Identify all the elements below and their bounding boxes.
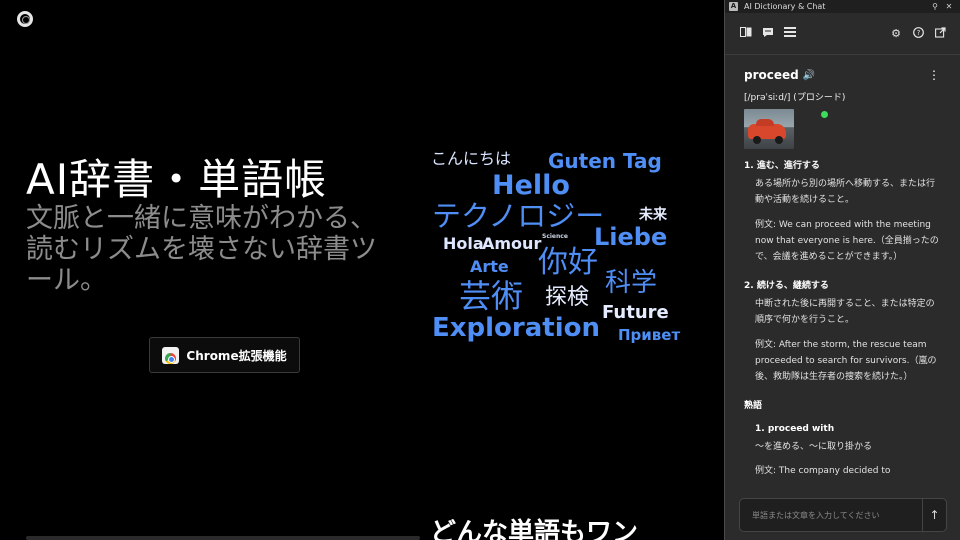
cloud-word: こんにちは <box>431 149 512 168</box>
cloud-word: Exploration <box>432 313 600 343</box>
window-title: AI Dictionary & Chat <box>744 2 826 11</box>
chrome-icon <box>162 346 180 364</box>
cloud-word: Привет <box>618 326 681 344</box>
cloud-word: Science <box>542 233 568 240</box>
sense-example: 例文: After the storm, the rescue team pro… <box>755 340 937 382</box>
send-icon[interactable]: ↑ <box>922 499 946 531</box>
app-badge: A <box>729 2 738 11</box>
cloud-word: Amour <box>482 234 542 253</box>
svg-text:?: ? <box>916 29 920 37</box>
cloud-word: 你好 <box>538 245 598 280</box>
phrase-definition: 〜を進める、〜に取り掛かる <box>755 442 873 452</box>
sense-title: 2. 続ける、継続する <box>744 281 829 291</box>
pin-icon[interactable]: ⚲ <box>928 2 942 11</box>
chrome-extension-button[interactable]: Chrome拡張機能 <box>149 337 300 373</box>
close-icon[interactable]: ✕ <box>942 2 956 11</box>
video-progress-bar[interactable] <box>26 536 420 540</box>
phrase-title: 1. proceed with <box>755 424 835 434</box>
sense-definition: ある場所から別の場所へ移動する、または行動や活動を続けること。 <box>755 179 936 205</box>
phonetic: [/prəˈsiːd/] (プロシード) <box>744 93 846 103</box>
chrome-extension-label: Chrome拡張機能 <box>186 348 287 363</box>
cloud-word: 芸術 <box>459 277 524 315</box>
help-icon[interactable]: ? <box>907 26 929 41</box>
speaker-icon[interactable]: 🔊 <box>803 70 815 81</box>
chat-input[interactable] <box>752 510 922 520</box>
cloud-word: 探検 <box>545 285 590 310</box>
landing-page: AI辞書・単語帳 文脈と一緒に意味がわかる、読むリズムを壊さない辞書ツール。 C… <box>0 0 724 540</box>
cloud-word: Hello <box>492 170 570 201</box>
hero-title: AI辞書・単語帳 <box>26 155 328 204</box>
cloud-word: Hola <box>443 234 484 253</box>
word-image <box>744 109 794 149</box>
chat-icon[interactable] <box>757 27 779 41</box>
hero-subtitle: 文脈と一緒に意味がわかる、読むリズムを壊さない辞書ツール。 <box>26 203 377 296</box>
cloud-word: Liebe <box>594 223 668 251</box>
gear-icon[interactable]: ⚙ <box>885 27 907 40</box>
word-header: proceed 🔊 ⋮ <box>744 65 960 85</box>
panel-titlebar: A AI Dictionary & Chat ⚲ ✕ <box>725 0 960 13</box>
cloud-word: Arte <box>470 257 509 276</box>
cloud-word: テクノロジー <box>432 199 605 233</box>
more-options-icon[interactable]: ⋮ <box>928 68 940 82</box>
headword: proceed <box>744 68 799 82</box>
list-icon[interactable] <box>779 27 801 40</box>
sense-definition: 中断された後に再開すること、または特定の順序で何かを行うこと。 <box>755 299 935 325</box>
external-link-icon[interactable] <box>929 26 951 41</box>
idioms-heading: 熟語 <box>744 401 763 411</box>
sense-example: 例文: We can proceed with the meeting now … <box>755 220 939 262</box>
panel-toolbar: ⚙ ? <box>725 13 960 55</box>
chat-input-box: ↑ <box>739 498 947 532</box>
cursor-indicator <box>821 111 828 118</box>
section-heading: どんな単語もワン <box>430 518 639 540</box>
dictionary-side-panel: A AI Dictionary & Chat ⚲ ✕ ⚙ ? proceed 🔊… <box>724 0 960 540</box>
cloud-word: Guten Tag <box>548 149 662 173</box>
sense-title: 1. 進む、進行する <box>744 161 820 171</box>
cloud-word: Future <box>602 302 669 323</box>
cloud-word: 科学 <box>605 268 658 298</box>
dictionary-entry: proceed 🔊 ⋮ [/prəˈsiːd/] (プロシード) 1. 進む、進… <box>725 56 960 484</box>
cloud-word: 未来 <box>639 207 667 223</box>
book-icon[interactable] <box>735 27 757 40</box>
phrase-example: 例文: The company decided to <box>755 466 891 476</box>
logo-icon[interactable] <box>17 11 33 27</box>
